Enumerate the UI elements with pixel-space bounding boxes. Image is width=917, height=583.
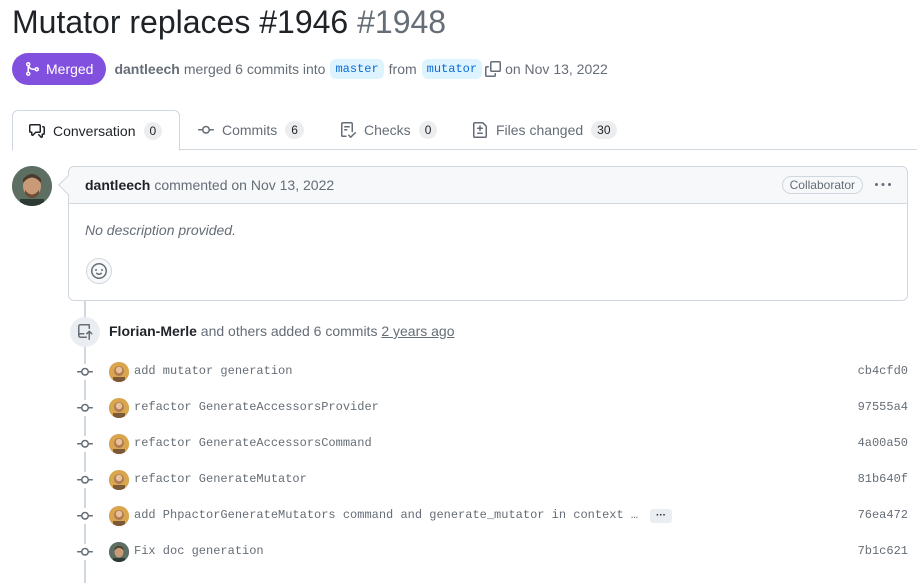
commit-sha-link[interactable]: cb4cfd0 [858, 364, 908, 378]
comment-author-link[interactable]: dantleech [85, 177, 150, 193]
merge-date: on Nov 13, 2022 [505, 61, 608, 77]
commit-sha-link[interactable]: 97555a4 [858, 400, 908, 414]
avatar[interactable] [109, 506, 129, 526]
commit-message-link[interactable]: refactor GenerateAccessorsCommand [134, 436, 372, 450]
comment-body: No description provided. [85, 222, 236, 238]
tab-conversation-count: 0 [143, 121, 163, 140]
commit-message-link[interactable]: refactor GenerateMutator [134, 472, 307, 486]
commit-sha-link[interactable]: 76ea472 [858, 508, 908, 522]
avatar[interactable] [109, 542, 129, 562]
commit-sha-link[interactable]: 81b640f [858, 472, 908, 486]
commit-message-link[interactable]: Fix doc generation [134, 544, 264, 558]
pr-title: Mutator replaces #1946 #1948 [12, 4, 446, 41]
merger-author-link[interactable]: dantleech [114, 61, 179, 77]
tab-checks-count: 0 [418, 121, 438, 139]
tab-checks-label: Checks [364, 122, 411, 138]
add-reaction-button[interactable] [86, 258, 112, 284]
pr-number: #1946 [259, 4, 349, 40]
base-branch-link[interactable]: master [330, 59, 384, 79]
comment-discussion-icon [29, 123, 45, 138]
tab-conversation-label: Conversation [53, 122, 136, 139]
copy-icon[interactable] [485, 61, 502, 77]
tab-commits-count: 6 [285, 121, 304, 139]
tab-commits[interactable]: Commits 6 [182, 110, 320, 150]
tab-conversation[interactable]: Conversation 0 [12, 110, 180, 151]
kebab-horizontal-icon[interactable] [875, 177, 891, 193]
avatar[interactable] [109, 470, 129, 490]
git-commit-icon [77, 436, 93, 452]
role-badge: Collaborator [781, 176, 863, 194]
checklist-icon [341, 122, 356, 138]
commit-message-link[interactable]: refactor GenerateAccessorsProvider [134, 400, 379, 414]
tab-commits-label: Commits [222, 122, 278, 138]
commit-message-link[interactable]: add PhpactorGenerateMutators command and… [134, 508, 638, 522]
from-text: from [388, 61, 417, 77]
commit-sha-link[interactable]: 4a00a50 [858, 436, 908, 450]
commit-event-author-link[interactable]: Florian-Merle [109, 323, 197, 339]
commit-sha-link[interactable]: 7b1c621 [858, 544, 908, 558]
merged-text: merged 6 commits into [183, 61, 326, 77]
repo-push-icon [70, 317, 100, 347]
commit-row: refactor GenerateMutator 81b640f [75, 470, 908, 490]
git-commit-icon [77, 472, 93, 488]
commit-event: Florian-Merle and others added 6 commits… [109, 323, 455, 339]
tab-files-changed[interactable]: Files changed 30 [456, 110, 633, 150]
git-commit-icon [77, 508, 93, 524]
commit-row: Fix doc generation 7b1c621 [75, 542, 908, 562]
commit-row: refactor GenerateAccessorsCommand 4a00a5… [75, 434, 908, 454]
avatar[interactable] [109, 434, 129, 454]
avatar[interactable] [109, 362, 129, 382]
git-commit-icon [77, 364, 93, 380]
git-commit-icon [198, 125, 214, 134]
head-branch-link[interactable]: mutator [421, 59, 483, 79]
git-commit-icon [77, 544, 93, 560]
expand-commit-message-button[interactable]: ··· [650, 509, 672, 523]
file-diff-icon [473, 122, 487, 138]
commit-event-time-link[interactable]: 2 years ago [381, 323, 454, 339]
pr-tabs: Conversation 0 Commits 6 Checks 0 Files … [12, 110, 917, 151]
pr-number-secondary: #1948 [357, 4, 447, 40]
tab-files-changed-count: 30 [591, 121, 617, 139]
tab-checks[interactable]: Checks 0 [324, 110, 453, 150]
commit-event-text: and others added 6 commits [200, 323, 378, 339]
commit-row: refactor GenerateAccessorsProvider 97555… [75, 398, 908, 418]
commit-message-link[interactable]: add mutator generation [134, 364, 292, 378]
comment-timestamp[interactable]: commented on Nov 13, 2022 [154, 177, 334, 193]
comment-header: dantleech commented on Nov 13, 2022 Coll… [69, 167, 907, 204]
pr-meta: Merged dantleech merged 6 commits into m… [12, 53, 608, 85]
merged-status-badge: Merged [12, 53, 107, 85]
tab-files-changed-label: Files changed [496, 122, 584, 138]
smiley-icon [91, 263, 107, 279]
pr-title-text: Mutator replaces [12, 4, 251, 40]
merged-status-label: Merged [46, 61, 94, 77]
avatar[interactable] [12, 166, 52, 206]
commit-row: add mutator generation cb4cfd0 [75, 362, 908, 382]
comment-box: dantleech commented on Nov 13, 2022 Coll… [58, 166, 908, 301]
git-commit-icon [77, 400, 93, 416]
avatar[interactable] [109, 398, 129, 418]
git-merge-icon [26, 62, 40, 76]
commit-row: add PhpactorGenerateMutators command and… [75, 506, 908, 526]
